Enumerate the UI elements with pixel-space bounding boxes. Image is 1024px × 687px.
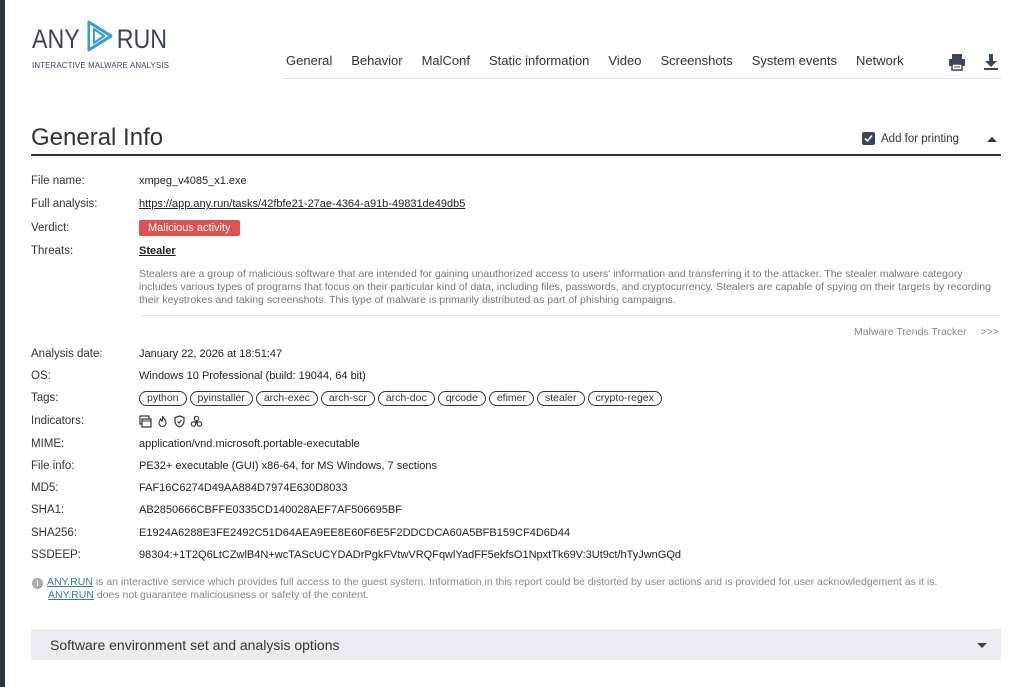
file-info-label: File info: [31, 460, 75, 472]
tag-qrcode[interactable]: qrcode [437, 391, 486, 406]
notice-line-2: ANY.RUN does not guarantee maliciousness… [48, 589, 992, 602]
ssdeep-label: SSDEEP: [31, 549, 81, 561]
tag-arch-doc[interactable]: arch-doc [377, 391, 435, 406]
row-verdict: Verdict: Malicious activity [31, 220, 240, 236]
row-analysis-date: Analysis date: January 22, 2026 at 18:51… [31, 348, 282, 360]
row-tags: Tags: python pyinstaller arch-exec arch-… [31, 391, 662, 406]
nav-screenshots[interactable]: Screenshots [660, 53, 732, 68]
nav-static-information[interactable]: Static information [489, 53, 589, 68]
mime-value: application/vnd.microsoft.portable-execu… [139, 438, 360, 450]
sha256-label: SHA256: [31, 527, 78, 539]
nav-behavior[interactable]: Behavior [351, 53, 402, 68]
row-md5: MD5: FAF16C6274D49AA884D7974E630D8033 [31, 482, 348, 494]
logo-text-left: ANY [32, 23, 80, 54]
tag-python[interactable]: python [139, 391, 187, 406]
sha1-value: AB2850666CBFFE0335CD140028AEF7AF506695BF [139, 504, 402, 516]
full-analysis-link[interactable]: https://app.any.run/tasks/42fbfe21-27ae-… [139, 198, 465, 210]
file-info-value: PE32+ executable (GUI) x86-64, for MS Wi… [139, 460, 438, 472]
anyrun-logo[interactable]: ANY RUN INTERACTIVE MALWARE ANALYSIS [32, 20, 189, 70]
nav-malconf[interactable]: MalConf [422, 53, 470, 68]
row-full-analysis: Full analysis: https://app.any.run/tasks… [31, 198, 465, 210]
software-environment-accordion[interactable]: Software environment set and analysis op… [31, 629, 1001, 660]
biohazard-icon[interactable] [190, 415, 203, 428]
logo-tagline: INTERACTIVE MALWARE ANALYSIS [32, 60, 170, 70]
chevron-down-icon[interactable] [977, 643, 987, 648]
full-analysis-label: Full analysis: [31, 198, 98, 210]
left-edge-bar [0, 0, 5, 687]
collapse-caret-icon[interactable] [987, 137, 997, 142]
tag-pyinstaller[interactable]: pyinstaller [189, 391, 253, 406]
tracker-label: Malware Trends Tracker [854, 326, 967, 338]
row-sha1: SHA1: AB2850666CBFFE0335CD140028AEF7AF50… [31, 504, 402, 516]
disclaimer-notice: i ANY.RUN is an interactive service which… [32, 576, 992, 602]
logo-text-right: RUN [116, 23, 168, 54]
analysis-date-value: January 22, 2026 at 18:51:47 [139, 348, 283, 360]
nav-general[interactable]: General [286, 53, 332, 68]
shield-icon[interactable] [173, 415, 186, 428]
verdict-badge: Malicious activity [139, 220, 240, 236]
executable-icon[interactable] [139, 415, 152, 428]
tag-efimer[interactable]: efimer [488, 391, 534, 406]
tag-list: python pyinstaller arch-exec arch-scr ar… [139, 391, 662, 406]
notice-text-1: is an interactive service which provides… [92, 576, 938, 588]
analysis-date-label: Analysis date: [31, 348, 103, 360]
os-label: OS: [31, 370, 51, 382]
threat-stealer-link[interactable]: Stealer [139, 245, 176, 257]
indicator-icons [139, 415, 203, 428]
tag-arch-scr[interactable]: arch-scr [320, 391, 375, 406]
sha1-label: SHA1: [31, 504, 65, 516]
threats-label: Threats: [31, 245, 74, 257]
report-nav: General Behavior MalConf Static informat… [286, 53, 923, 68]
nav-system-events[interactable]: System events [752, 53, 837, 68]
tags-label: Tags: [31, 392, 59, 404]
row-sha256: SHA256: E1924A6288E3FE2492C51D64AEA9EE8E… [31, 527, 570, 539]
row-indicators: Indicators: [31, 415, 203, 428]
logo-wordmark: ANY RUN [32, 20, 167, 58]
tag-stealer[interactable]: stealer [537, 391, 585, 406]
add-for-printing-label: Add for printing [881, 132, 959, 145]
threat-description: Stealers are a group of malicious softwa… [139, 268, 991, 306]
notice-line-1: i ANY.RUN is an interactive service which… [32, 576, 992, 589]
nav-actions [947, 52, 1001, 72]
anyrun-link[interactable]: ANY.RUN [47, 576, 93, 588]
nav-network[interactable]: Network [856, 53, 904, 68]
add-for-printing-toggle[interactable]: Add for printing [862, 132, 959, 145]
description-divider [139, 315, 1001, 316]
fire-icon[interactable] [156, 415, 169, 428]
row-threats: Threats: Stealer [31, 245, 176, 257]
notice-text-2: does not guarantee maliciousness or safe… [93, 589, 369, 601]
mime-label: MIME: [31, 438, 65, 450]
title-divider [31, 154, 1001, 156]
row-file-name: File name: xmpeg_v4085_x1.exe [31, 175, 247, 187]
row-mime: MIME: application/vnd.microsoft.portable… [31, 438, 360, 450]
page-title: General Info [31, 124, 164, 151]
accordion-title: Software environment set and analysis op… [50, 636, 340, 653]
row-os: OS: Windows 10 Professional (build: 1904… [31, 370, 366, 382]
md5-label: MD5: [31, 482, 59, 494]
row-ssdeep: SSDEEP: 98304:+1T2Q6LtCZwlB4N+wcTAScUCYD… [31, 549, 681, 561]
play-logo-icon [84, 19, 113, 60]
info-icon: i [32, 578, 43, 589]
download-icon[interactable] [981, 52, 1001, 72]
indicators-label: Indicators: [31, 415, 85, 427]
os-value: Windows 10 Professional (build: 19044, 6… [139, 370, 366, 382]
malware-trends-tracker-link[interactable]: Malware Trends Tracker >>> [854, 326, 999, 338]
tag-crypto-regex[interactable]: crypto-regex [587, 391, 662, 406]
tracker-arrows: >>> [980, 326, 1000, 338]
row-file-info: File info: PE32+ executable (GUI) x86-64… [31, 460, 437, 472]
checkbox-checked-icon[interactable] [862, 132, 875, 145]
print-icon[interactable] [947, 52, 967, 72]
nav-divider [283, 78, 1001, 79]
anyrun-link-2[interactable]: ANY.RUN [48, 589, 94, 601]
nav-video[interactable]: Video [608, 53, 641, 68]
md5-value: FAF16C6274D49AA884D7974E630D8033 [139, 482, 348, 494]
tag-arch-exec[interactable]: arch-exec [255, 391, 318, 406]
verdict-label: Verdict: [31, 222, 70, 234]
ssdeep-value: 98304:+1T2Q6LtCZwlB4N+wcTAScUCYDADrPgkFV… [139, 549, 682, 561]
file-name-label: File name: [31, 175, 85, 187]
sha256-value: E1924A6288E3FE2492C51D64AEA9EE8E60F6E5F2… [139, 527, 571, 539]
file-name-value: xmpeg_v4085_x1.exe [139, 175, 247, 187]
